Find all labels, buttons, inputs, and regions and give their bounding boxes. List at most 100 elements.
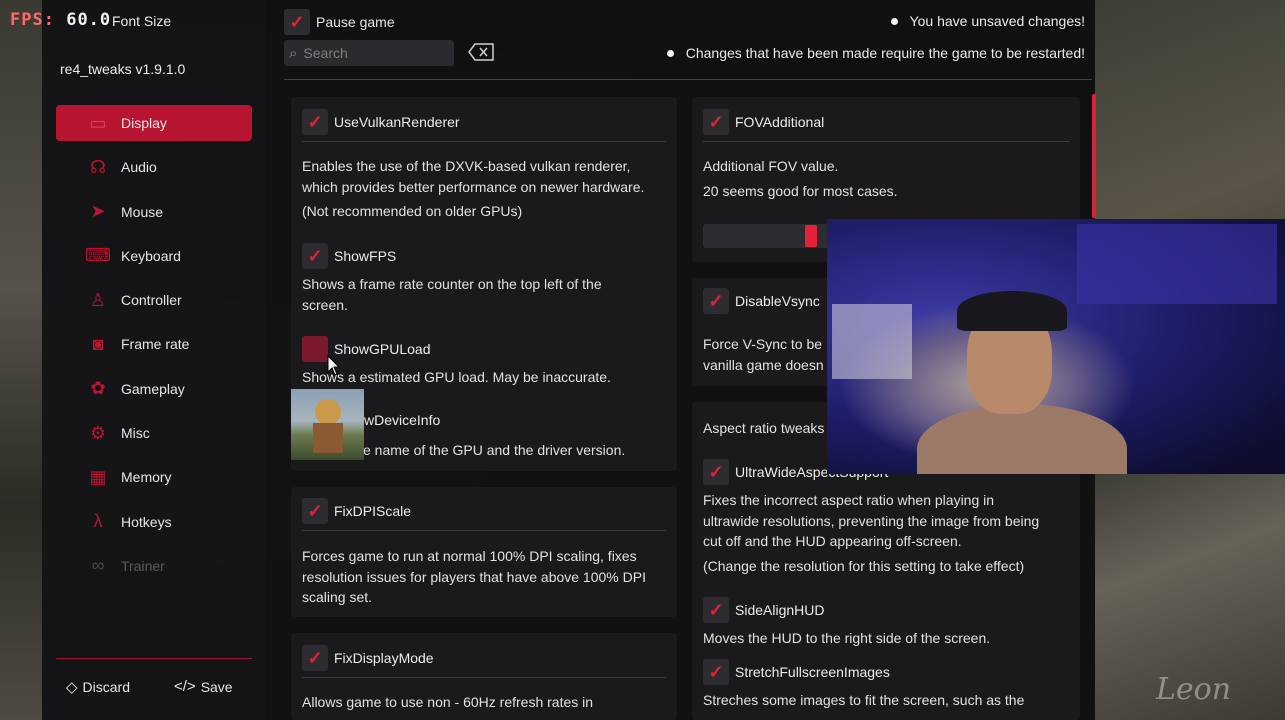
bullet-icon — [890, 17, 898, 25]
sidebar-item-label: Audio — [121, 159, 157, 176]
sidebar-item-memory[interactable]: ▦ Memory — [56, 459, 252, 495]
show-gpu-load-checkbox[interactable]: ✓ ShowGPULoad — [302, 336, 431, 362]
option-divider — [703, 141, 1069, 142]
fov-additional-description: Additional FOV value. 20 seems good for … — [703, 156, 898, 201]
sidebar-item-controller[interactable]: ♙ Controller — [56, 282, 252, 318]
sidebar-item-display[interactable]: ▭ Display — [56, 105, 252, 141]
character-name-hud: Leon — [1156, 672, 1232, 707]
sidebar-item-keyboard[interactable]: ⌨ Keyboard — [56, 238, 252, 274]
webcam-person-cap — [957, 291, 1067, 331]
eraser-icon: ◇ — [66, 679, 78, 696]
sidebar-item-trainer: ∞ Trainer — [56, 548, 252, 584]
clear-search-button[interactable] — [468, 43, 495, 61]
description-line: 20 seems good for most cases. — [703, 182, 898, 199]
description-line: (Change the resolution for this setting … — [703, 557, 1025, 574]
app-version: re4_tweaks v1.9.1.0 — [60, 61, 186, 77]
check-icon: ✓ — [703, 659, 729, 685]
sidebar-item-gameplay[interactable]: ✿ Gameplay — [56, 371, 252, 407]
option-label: ShowGPULoad — [334, 341, 431, 357]
header-divider — [284, 79, 1092, 80]
check-icon: ✓ — [703, 459, 729, 485]
restart-required-notice: Changes that have been made require the … — [666, 45, 1085, 61]
option-label: FixDisplayMode — [334, 650, 434, 666]
description-line: vanilla game doesn — [703, 356, 824, 373]
keyboard-icon: ⌨ — [85, 245, 111, 266]
camera-icon: ◙ — [92, 333, 104, 354]
fix-dpi-scale-checkbox[interactable]: ✓ FixDPIScale — [302, 498, 411, 524]
description-line: Enables the use of the DXVK-based vulkan… — [302, 158, 631, 174]
option-label: ShowFPS — [334, 248, 397, 264]
fix-display-mode-description: Allows game to use non - 60Hz refresh ra… — [302, 692, 593, 713]
sidebar-item-label: Gameplay — [121, 380, 185, 397]
search-placeholder: Search — [303, 45, 348, 61]
show-device-info-description: e name of the GPU and the driver version… — [363, 440, 625, 461]
fix-display-mode-checkbox[interactable]: ✓ FixDisplayMode — [302, 645, 434, 671]
gear-icon: ⚙ — [89, 422, 107, 443]
webcam-wall-poster — [832, 304, 912, 379]
description-line: Fixes the incorrect aspect ratio when pl… — [703, 492, 995, 508]
description-line: resolution issues for players that have … — [302, 568, 646, 585]
show-fps-checkbox[interactable]: ✓ ShowFPS — [302, 243, 396, 269]
scarecrow-body — [313, 423, 343, 453]
font-size-label: Font Size — [112, 13, 172, 29]
sidebar: re4_tweaks v1.9.1.0 ▭ Display ☊ Audio ➤ … — [42, 0, 266, 720]
fps-counter: FPS: 60.0 — [10, 10, 111, 30]
use-vulkan-renderer-checkbox[interactable]: ✓ UseVulkanRenderer — [302, 109, 460, 135]
sidebar-item-label: Keyboard — [121, 247, 181, 264]
webcam-person-body — [917, 404, 1127, 474]
mouse-pointer-icon: ➤ — [90, 201, 106, 222]
show-gpu-load-description: Shows a estimated GPU load. May be inacc… — [302, 367, 611, 388]
check-icon: ✓ — [302, 498, 328, 524]
code-icon: </> — [174, 678, 196, 695]
search-input[interactable]: ⌕ Search — [284, 40, 454, 66]
option-label: SideAlignHUD — [735, 602, 825, 618]
option-label: FixDPIScale — [334, 503, 412, 519]
scrollbar-thumb[interactable] — [1092, 94, 1096, 218]
fix-dpi-scale-description: Forces game to run at normal 100% DPI sc… — [302, 546, 646, 608]
sidebar-item-label: Frame rate — [121, 336, 190, 353]
option-label: StretchFullscreenImages — [735, 664, 890, 680]
game-background-left — [0, 0, 42, 720]
show-fps-description: Shows a frame rate counter on the top le… — [302, 274, 602, 315]
stretch-fullscreen-images-checkbox[interactable]: ✓ StretchFullscreenImages — [703, 659, 890, 685]
disable-vsync-checkbox[interactable]: ✓ DisableVsync — [703, 288, 820, 314]
show-device-info-checkbox[interactable]: wDeviceInfo — [364, 412, 440, 428]
gameplay-icon: ✿ — [90, 378, 106, 399]
sidebar-nav: ▭ Display ☊ Audio ➤ Mouse ⌨ Keyboard ♙ C… — [56, 105, 252, 592]
description-line: ultrawide resolutions, preventing the im… — [703, 512, 1040, 529]
option-divider — [302, 530, 666, 531]
description-line: Moves the HUD to the right side of the s… — [703, 630, 991, 646]
check-icon: ✓ — [302, 243, 328, 269]
description-line: Allows game to use non - 60Hz refresh ra… — [302, 694, 594, 710]
bullet-icon — [666, 49, 674, 57]
notice-text: Changes that have been made require the … — [685, 45, 1085, 61]
display-icon: ▭ — [89, 112, 107, 133]
check-icon: ✓ — [302, 645, 328, 671]
controller-icon: ♙ — [89, 289, 107, 310]
fov-additional-checkbox[interactable]: ✓ FOVAdditional — [703, 109, 824, 135]
sidebar-item-label: Display — [121, 115, 167, 131]
discard-button[interactable]: ◇ Discard — [66, 678, 130, 696]
pause-game-label: Pause game — [316, 14, 395, 30]
pause-game-checkbox[interactable]: ✓ Pause game — [284, 9, 395, 35]
trainer-icon: ∞ — [91, 555, 105, 576]
sidebar-item-misc[interactable]: ⚙ Misc — [56, 415, 252, 451]
webcam-overlay — [827, 219, 1285, 474]
unchecked-box-icon: ✓ — [302, 336, 328, 362]
sidebar-item-frame-rate[interactable]: ◙ Frame rate — [56, 326, 252, 362]
notice-text: You have unsaved changes! — [909, 13, 1085, 29]
side-align-hud-description: Moves the HUD to the right side of the s… — [703, 628, 990, 649]
lambda-icon: λ — [93, 511, 103, 532]
side-align-hud-checkbox[interactable]: ✓ SideAlignHUD — [703, 597, 824, 623]
sidebar-item-hotkeys[interactable]: λ Hotkeys — [56, 504, 252, 540]
sidebar-item-mouse[interactable]: ➤ Mouse — [56, 194, 252, 230]
sidebar-item-audio[interactable]: ☊ Audio — [56, 149, 252, 185]
sidebar-item-label: Misc — [121, 425, 150, 442]
slider-thumb[interactable] — [805, 225, 817, 247]
stretch-fullscreen-description: Streches some images to fit the screen, … — [703, 690, 1024, 711]
option-label: DisableVsync — [735, 293, 820, 309]
option-label: wDeviceInfo — [364, 412, 441, 428]
fps-label: FPS: — [10, 10, 55, 30]
description-line: Forces game to run at normal 100% DPI sc… — [302, 548, 637, 564]
save-button[interactable]: </> Save — [174, 678, 233, 695]
